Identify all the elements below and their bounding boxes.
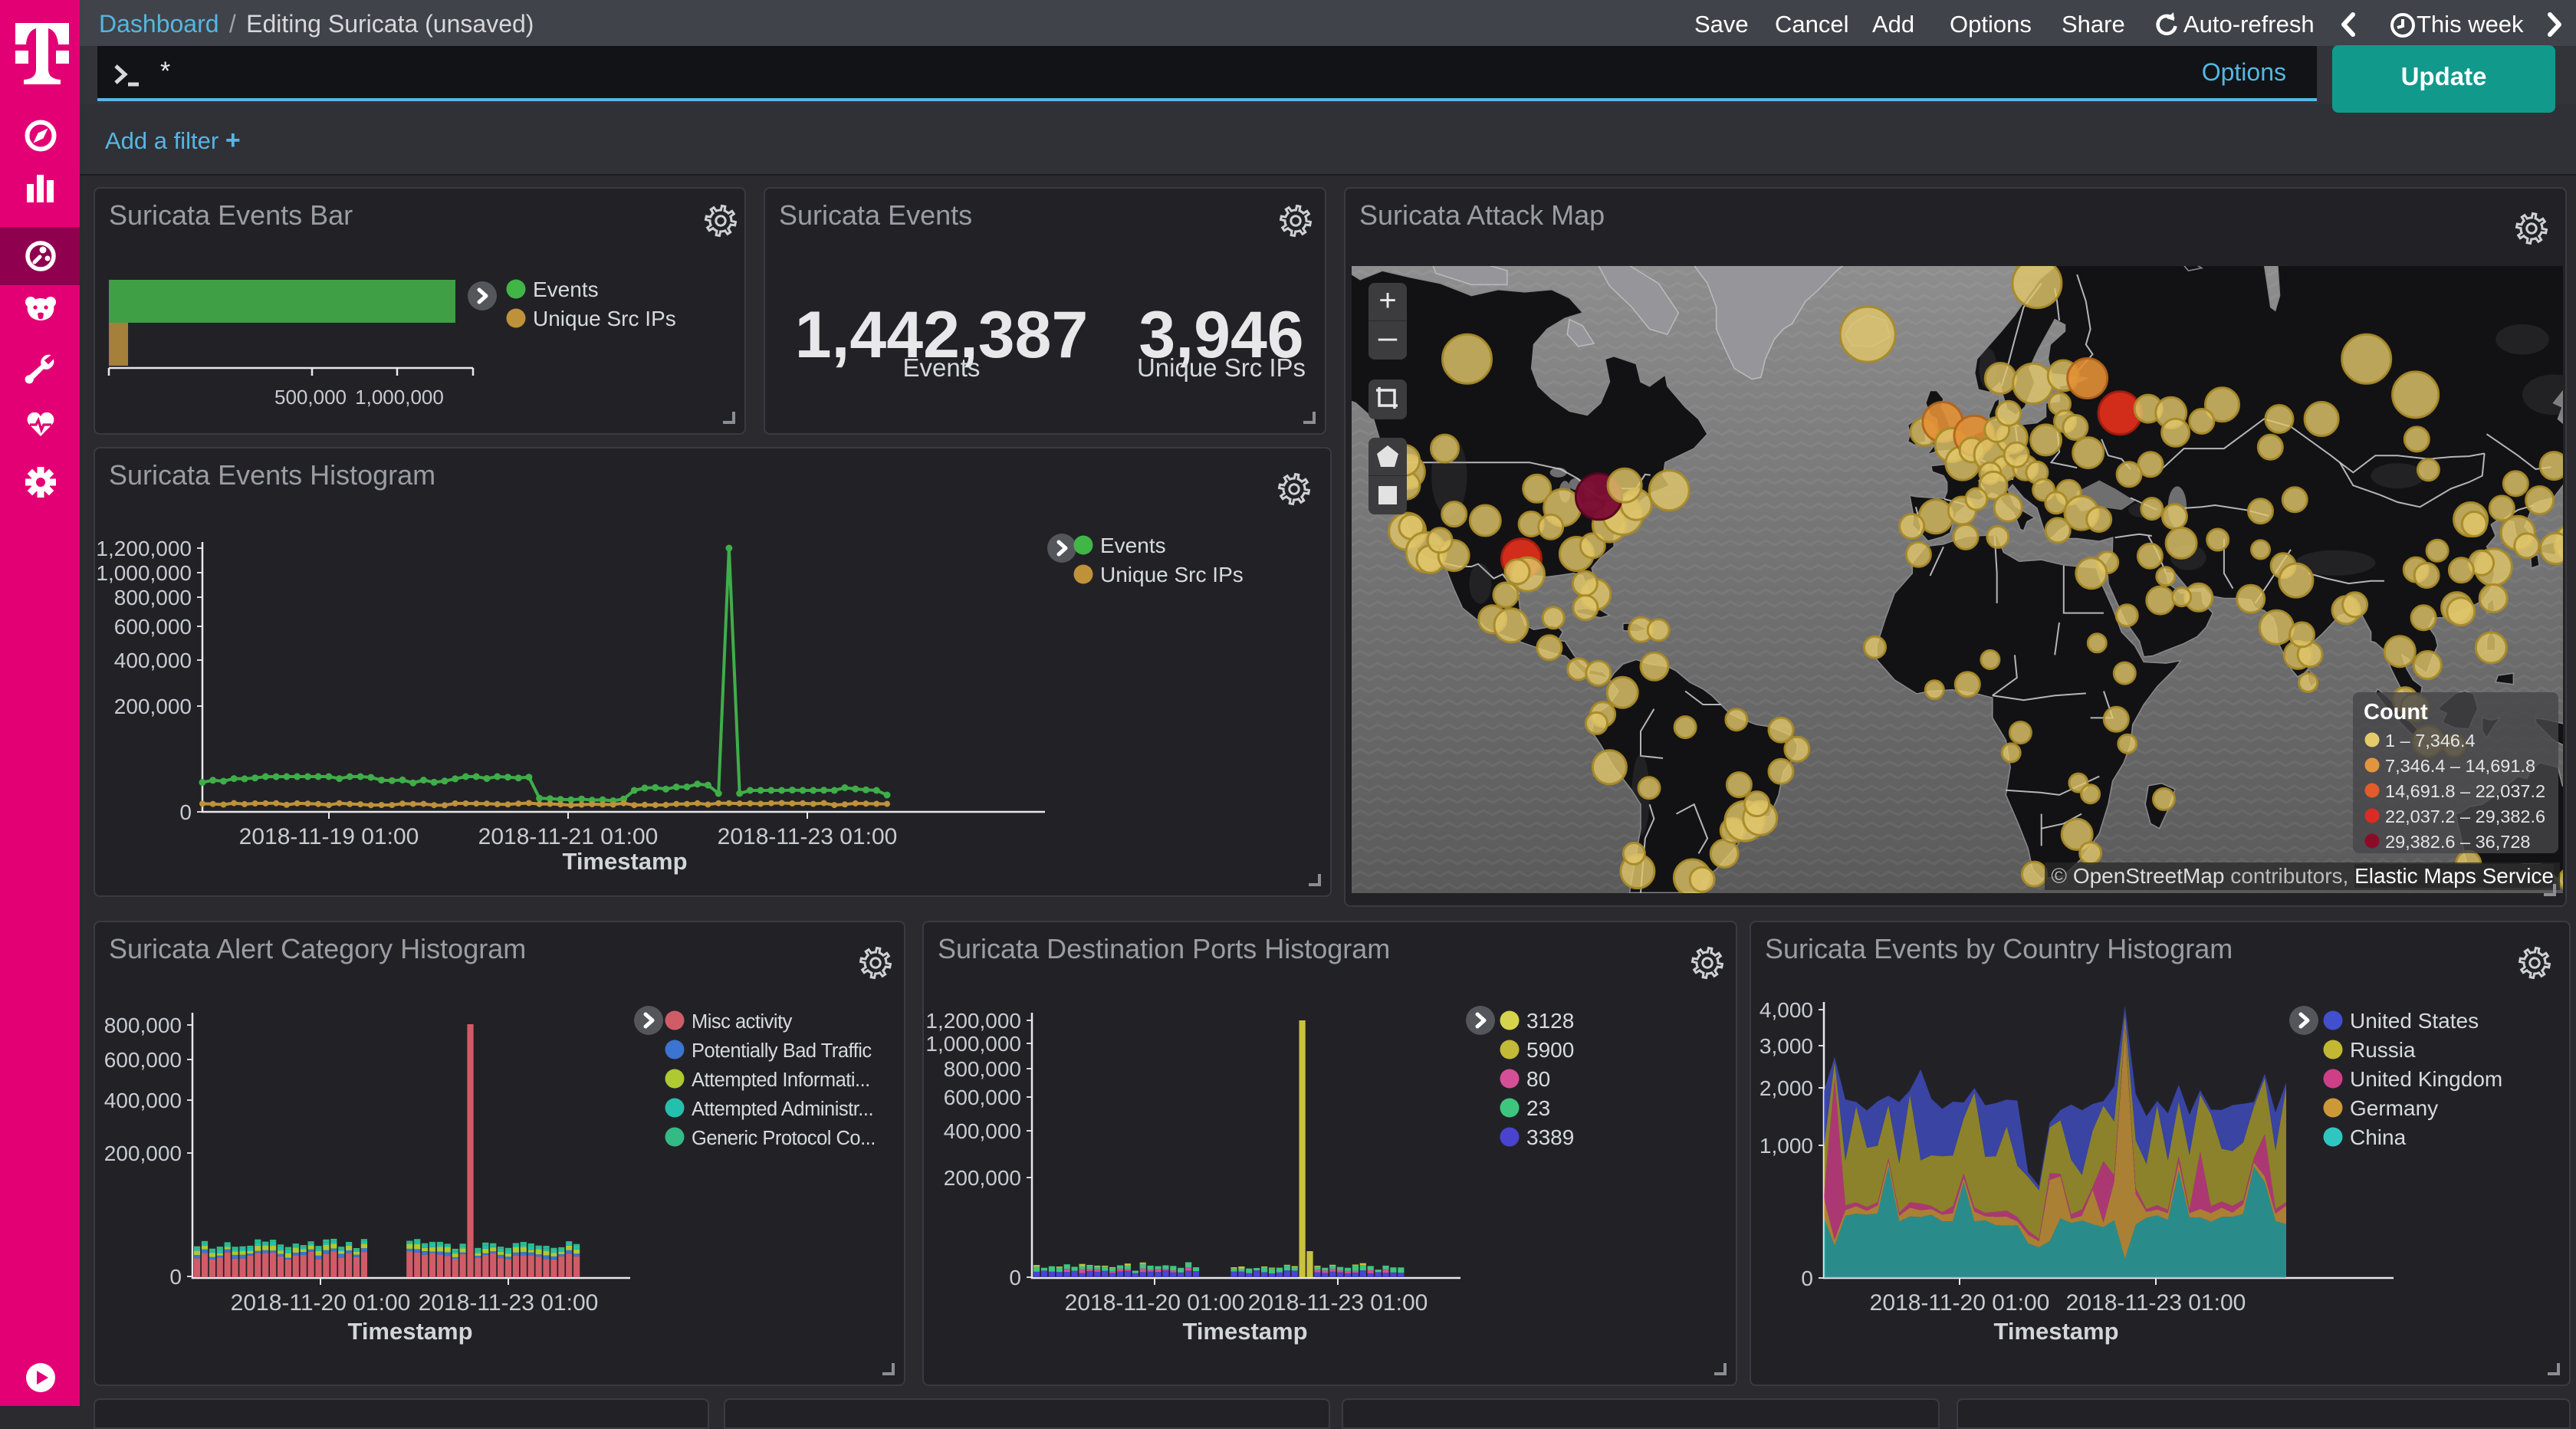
svg-text:1 – 7,346.4: 1 – 7,346.4 [2385,731,2476,751]
svg-text:600,000: 600,000 [104,1048,182,1072]
svg-text:United States: United States [2350,1009,2479,1033]
svg-text:Attempted Informati...: Attempted Informati... [692,1069,870,1091]
svg-text:4,000: 4,000 [1760,998,1813,1022]
svg-text:Events: Events [533,278,599,301]
svg-text:2,000: 2,000 [1760,1076,1813,1100]
svg-text:1,000,000: 1,000,000 [925,1032,1021,1056]
svg-text:Misc activity: Misc activity [692,1011,793,1033]
svg-text:2018-11-21 01:00: 2018-11-21 01:00 [478,824,659,849]
svg-text:22,037.2 – 29,382.6: 22,037.2 – 29,382.6 [2385,806,2545,826]
svg-text:800,000: 800,000 [944,1057,1021,1081]
svg-text:Timestamp: Timestamp [1993,1318,2118,1345]
svg-text:2018-11-19 01:00: 2018-11-19 01:00 [239,824,419,849]
svg-text:600,000: 600,000 [114,615,192,639]
svg-text:200,000: 200,000 [114,695,192,718]
svg-text:200,000: 200,000 [104,1142,182,1165]
svg-text:0: 0 [1009,1266,1021,1289]
svg-text:3,000: 3,000 [1760,1034,1813,1058]
svg-text:1,000: 1,000 [1760,1134,1813,1158]
svg-text:1,200,000: 1,200,000 [96,537,192,560]
svg-text:Unique Src IPs: Unique Src IPs [533,307,676,330]
svg-text:200,000: 200,000 [944,1166,1021,1190]
svg-text:3128: 3128 [1526,1009,1574,1033]
svg-text:1,200,000: 1,200,000 [925,1009,1021,1033]
svg-text:1,000,000: 1,000,000 [96,561,192,585]
svg-text:1,000,000: 1,000,000 [355,386,444,409]
svg-text:7,346.4 – 14,691.8: 7,346.4 – 14,691.8 [2385,756,2535,776]
svg-text:2018-11-20 01:00: 2018-11-20 01:00 [1065,1290,1245,1316]
svg-text:800,000: 800,000 [104,1013,182,1037]
svg-text:29,382.6 – 36,728: 29,382.6 – 36,728 [2385,832,2530,852]
svg-text:Events: Events [1100,534,1166,557]
svg-text:Timestamp: Timestamp [1182,1318,1307,1345]
svg-text:China: China [2350,1125,2407,1149]
svg-text:United Kingdom: United Kingdom [2350,1067,2502,1091]
svg-text:5900: 5900 [1526,1038,1574,1062]
svg-text:400,000: 400,000 [944,1119,1021,1143]
svg-text:0: 0 [179,800,192,824]
svg-text:2018-11-23 01:00: 2018-11-23 01:00 [718,824,898,849]
svg-text:2018-11-23 01:00: 2018-11-23 01:00 [2066,1290,2246,1316]
svg-text:2018-11-20 01:00: 2018-11-20 01:00 [1870,1290,2050,1316]
svg-text:Unique Src IPs: Unique Src IPs [1137,353,1306,382]
svg-text:2018-11-23 01:00: 2018-11-23 01:00 [419,1290,599,1316]
svg-text:80: 80 [1526,1067,1550,1091]
svg-text:2018-11-20 01:00: 2018-11-20 01:00 [231,1290,411,1316]
svg-text:Timestamp: Timestamp [347,1318,472,1345]
svg-text:23: 23 [1526,1096,1550,1120]
svg-text:400,000: 400,000 [104,1089,182,1112]
svg-text:500,000: 500,000 [274,386,347,409]
svg-text:2018-11-23 01:00: 2018-11-23 01:00 [1248,1290,1428,1316]
svg-text:Events: Events [903,353,981,382]
svg-text:Russia: Russia [2350,1038,2416,1062]
svg-text:400,000: 400,000 [114,649,192,672]
svg-text:Germany: Germany [2350,1096,2438,1120]
svg-text:Timestamp: Timestamp [562,848,687,875]
svg-text:800,000: 800,000 [114,586,192,609]
svg-text:600,000: 600,000 [944,1086,1021,1109]
svg-text:Generic Protocol Co...: Generic Protocol Co... [692,1128,876,1149]
svg-text:Attempted Administr...: Attempted Administr... [692,1099,873,1120]
svg-text:3389: 3389 [1526,1125,1574,1149]
svg-text:14,691.8 – 22,037.2: 14,691.8 – 22,037.2 [2385,781,2545,801]
svg-text:Potentially Bad Traffic: Potentially Bad Traffic [692,1040,872,1062]
svg-text:Unique Src IPs: Unique Src IPs [1100,563,1244,586]
svg-text:0: 0 [169,1265,182,1289]
svg-text:0: 0 [1801,1266,1813,1290]
